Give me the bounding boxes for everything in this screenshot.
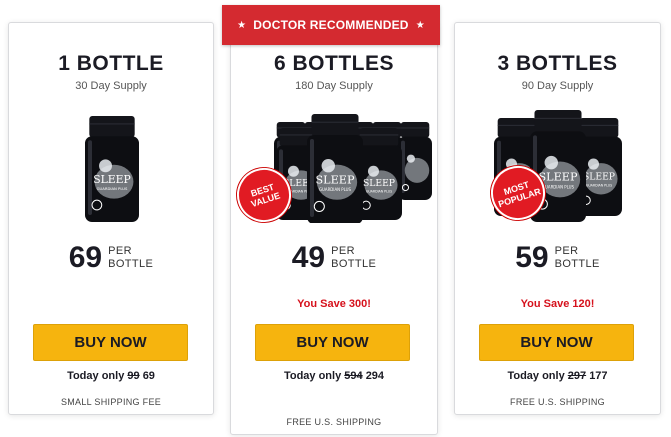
savings-text: You Save 300!: [297, 298, 371, 310]
bottle-label-subtext: GUARDIAN PLUS: [366, 189, 392, 193]
doctor-recommended-banner: ★ DOCTOR RECOMMENDED ★: [222, 5, 440, 45]
old-price: 99: [127, 370, 140, 382]
bottle-label-subtext: GUARDIAN PLUS: [319, 187, 351, 192]
price-value: 69: [68, 241, 103, 274]
bottle-icon: SLEEPGUARDIAN PLUS: [85, 116, 139, 222]
bottle-label-subtext: GUARDIAN PLUS: [586, 184, 612, 188]
bottle-label-subtext: GUARDIAN PLUS: [97, 186, 128, 191]
package-supply: 30 Day Supply: [75, 80, 147, 92]
star-icon: ★: [415, 19, 425, 31]
today-only-price: Today only 99 69: [67, 370, 155, 382]
old-price: 297: [567, 370, 587, 382]
bottle-group-svg: SLEEPGUARDIAN PLUS: [85, 116, 139, 222]
shipping-note: FREE U.S. SHIPPING: [286, 417, 382, 427]
price-value: 49: [291, 241, 326, 274]
package-card-6-bottles: 6 BOTTLES 180 Day Supply SLEEP GUARDIAN P…: [229, 22, 438, 435]
bottle-group-svg: SLEEPGUARDIAN PLUSSLEEPGUARDIAN PLUSSLEE…: [494, 110, 622, 222]
bottle-label-text: SLEEP: [93, 173, 131, 186]
today-only-price: Today only 297 177: [507, 370, 608, 382]
price-row: 49 PER BOTTLE: [231, 241, 437, 275]
package-card-3-bottles: 3 BOTTLES 90 Day Supply SLEEP GUARDIAN PL…: [454, 22, 661, 415]
new-price: 294: [365, 370, 385, 382]
today-only-price: Today only 594 294: [283, 370, 385, 382]
old-price: 594: [344, 370, 363, 382]
price-row: 69 PER BOTTLE: [9, 241, 213, 275]
product-image: SLEEP GUARDIAN PLUS: [9, 108, 213, 223]
package-card-1-bottle: 1 BOTTLE 30 Day Supply SLEEP GUARDIAN PLU…: [8, 22, 214, 415]
bottle-label-text: SLEEP: [363, 178, 395, 189]
new-price: 69: [142, 370, 155, 382]
product-image: SLEEPGUARDIAN PLUSSLEEPGUARDIAN PLUSSLEE…: [229, 108, 437, 230]
bottle-label-text: SLEEP: [583, 172, 615, 183]
product-image: SLEEPGUARDIAN PLUSSLEEPGUARDIAN PLUSSLEE…: [455, 108, 660, 228]
new-price: 177: [589, 370, 608, 382]
price-value: 59: [515, 241, 549, 274]
banner-label: DOCTOR RECOMMENDED: [253, 18, 409, 32]
bottle-label-subtext: GUARDIAN PLUS: [542, 184, 574, 189]
buy-now-button[interactable]: BUY NOW: [479, 324, 634, 361]
package-title: 1 BOTTLE: [58, 52, 164, 75]
shipping-note: SMALL SHIPPING FEE: [60, 397, 162, 407]
per-bottle-label: PER BOTTLE: [554, 245, 600, 270]
per-bottle-label: PER BOTTLE: [331, 245, 377, 270]
buy-now-button[interactable]: BUY NOW: [33, 324, 188, 361]
buy-now-button[interactable]: BUY NOW: [255, 324, 410, 361]
savings-text: You Save 120!: [520, 298, 595, 310]
package-supply: 90 Day Supply: [521, 80, 594, 92]
bottle-label-text: SLEEP: [539, 171, 578, 184]
package-title: 3 BOTTLES: [497, 52, 618, 75]
package-title: 6 BOTTLES: [273, 52, 394, 75]
star-icon: ★: [237, 19, 247, 31]
bottle-icon: SLEEPGUARDIAN PLUS: [307, 114, 363, 223]
price-row: 59 PER BOTTLE: [455, 241, 660, 275]
bottle-icon: [398, 122, 432, 200]
bottle-label-text: SLEEP: [316, 173, 355, 186]
per-bottle-label: PER BOTTLE: [108, 245, 154, 270]
package-supply: 180 Day Supply: [295, 80, 373, 92]
shipping-note: FREE U.S. SHIPPING: [510, 397, 605, 407]
